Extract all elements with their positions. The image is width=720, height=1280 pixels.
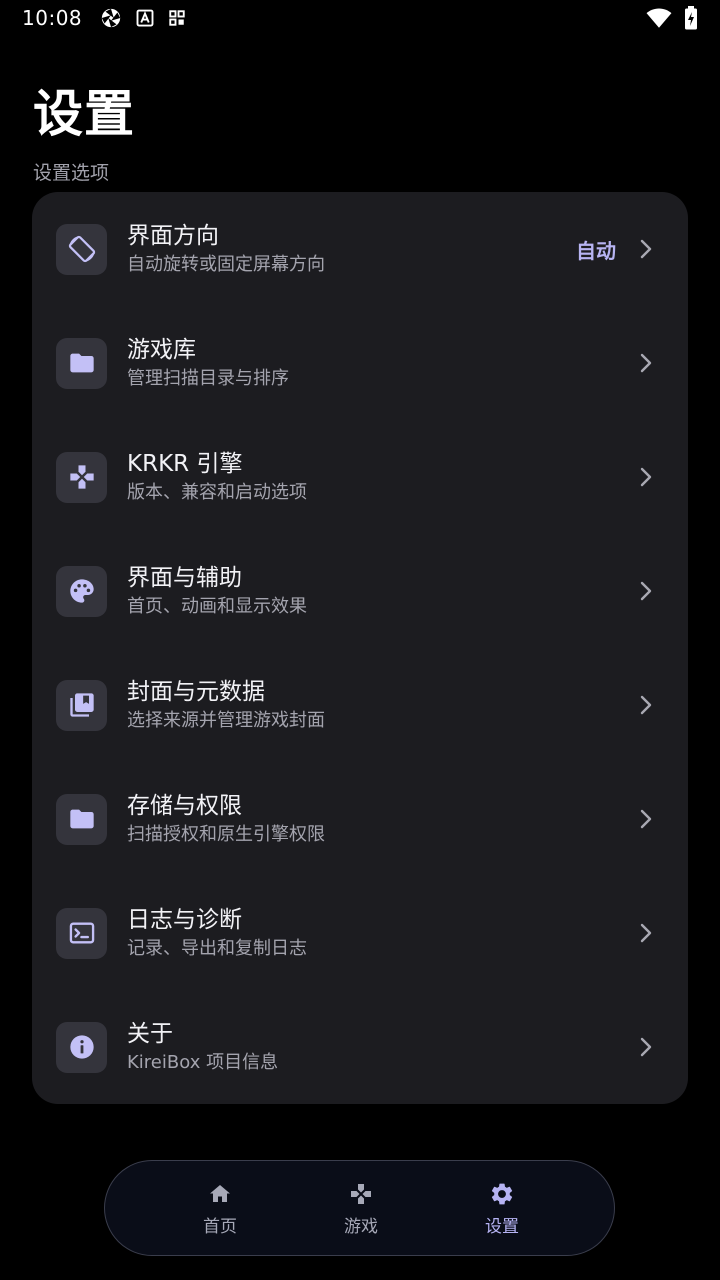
library-books-icon [56, 679, 107, 731]
folder-icon [56, 793, 107, 845]
setting-row-logs-diagnostics[interactable]: 日志与诊断 记录、导出和复制日志 [32, 876, 688, 990]
gear-icon [489, 1181, 515, 1207]
nav-label: 游戏 [344, 1217, 378, 1237]
chevron-right-icon [636, 809, 656, 829]
row-text: 界面方向 自动旋转或固定屏幕方向 [127, 221, 325, 277]
nav-label: 设置 [485, 1217, 519, 1237]
page-title: 设置 [33, 85, 135, 143]
gamepad-icon [56, 451, 107, 503]
chevron-right-icon [636, 353, 656, 373]
gamepad-icon [348, 1181, 374, 1207]
chevron-right-icon [636, 467, 656, 487]
row-subtitle: 选择来源并管理游戏封面 [127, 710, 325, 731]
folder-icon [56, 337, 107, 389]
info-icon [56, 1021, 107, 1073]
row-title: 日志与诊断 [127, 907, 242, 933]
settings-card: 界面方向 自动旋转或固定屏幕方向 自动 游戏库 管理扫描目录与排序 KRKR 引… [32, 192, 688, 1104]
font-a-icon [136, 9, 154, 27]
section-label: 设置选项 [33, 162, 110, 184]
row-title: 界面方向 [127, 223, 219, 249]
row-title: 关于 [127, 1021, 173, 1047]
row-title: 封面与元数据 [127, 679, 265, 705]
row-subtitle: 版本、兼容和启动选项 [127, 482, 307, 503]
grid-icon [168, 9, 186, 27]
nav-label: 首页 [203, 1217, 237, 1237]
screen-rotation-icon [56, 223, 107, 275]
nav-item-games[interactable]: 游戏 [311, 1181, 411, 1241]
row-title: KRKR 引擎 [127, 451, 243, 477]
settings-screen: 10:08 设置 设置选项 界面方向 自动旋转或固定屏幕方向 自动 游戏库 管理… [0, 0, 720, 1280]
chevron-right-icon [636, 239, 656, 259]
chevron-right-icon [636, 695, 656, 715]
status-notification-icons [100, 7, 186, 29]
setting-row-ui-accessibility[interactable]: 界面与辅助 首页、动画和显示效果 [32, 534, 688, 648]
row-subtitle: 扫描授权和原生引擎权限 [127, 824, 325, 845]
nav-item-home[interactable]: 首页 [170, 1181, 270, 1241]
row-subtitle: 首页、动画和显示效果 [127, 596, 307, 617]
setting-row-covers-metadata[interactable]: 封面与元数据 选择来源并管理游戏封面 [32, 648, 688, 762]
wifi-icon [646, 7, 672, 29]
status-system-icons [646, 6, 698, 30]
bottom-nav: 首页 游戏 设置 [104, 1160, 615, 1256]
nav-item-settings[interactable]: 设置 [452, 1181, 552, 1241]
row-subtitle: KireiBox 项目信息 [127, 1052, 279, 1073]
chevron-right-icon [636, 923, 656, 943]
orientation-value: 自动 [576, 238, 616, 263]
chevron-right-icon [636, 581, 656, 601]
setting-row-orientation[interactable]: 界面方向 自动旋转或固定屏幕方向 自动 [32, 192, 688, 306]
row-text: 游戏库 管理扫描目录与排序 [127, 335, 289, 391]
row-text: 界面与辅助 首页、动画和显示效果 [127, 563, 307, 619]
setting-row-about[interactable]: 关于 KireiBox 项目信息 [32, 990, 688, 1104]
row-subtitle: 记录、导出和复制日志 [127, 938, 307, 959]
row-text: 存储与权限 扫描授权和原生引擎权限 [127, 791, 325, 847]
aperture-icon [100, 7, 122, 29]
palette-icon [56, 565, 107, 617]
row-title: 存储与权限 [127, 793, 242, 819]
row-title: 游戏库 [127, 337, 196, 363]
row-text: 关于 KireiBox 项目信息 [127, 1019, 278, 1075]
terminal-icon [56, 907, 107, 959]
row-text: 日志与诊断 记录、导出和复制日志 [127, 905, 307, 961]
home-icon [207, 1181, 233, 1207]
status-bar: 10:08 [0, 0, 720, 36]
setting-row-krkr-engine[interactable]: KRKR 引擎 版本、兼容和启动选项 [32, 420, 688, 534]
row-subtitle: 自动旋转或固定屏幕方向 [127, 254, 325, 275]
status-time: 10:08 [22, 6, 83, 30]
row-title: 界面与辅助 [127, 565, 242, 591]
row-subtitle: 管理扫描目录与排序 [127, 368, 289, 389]
row-text: 封面与元数据 选择来源并管理游戏封面 [127, 677, 325, 733]
battery-charging-icon [684, 6, 698, 30]
setting-row-storage-permissions[interactable]: 存储与权限 扫描授权和原生引擎权限 [32, 762, 688, 876]
chevron-right-icon [636, 1037, 656, 1057]
row-text: KRKR 引擎 版本、兼容和启动选项 [127, 449, 307, 505]
setting-row-game-library[interactable]: 游戏库 管理扫描目录与排序 [32, 306, 688, 420]
